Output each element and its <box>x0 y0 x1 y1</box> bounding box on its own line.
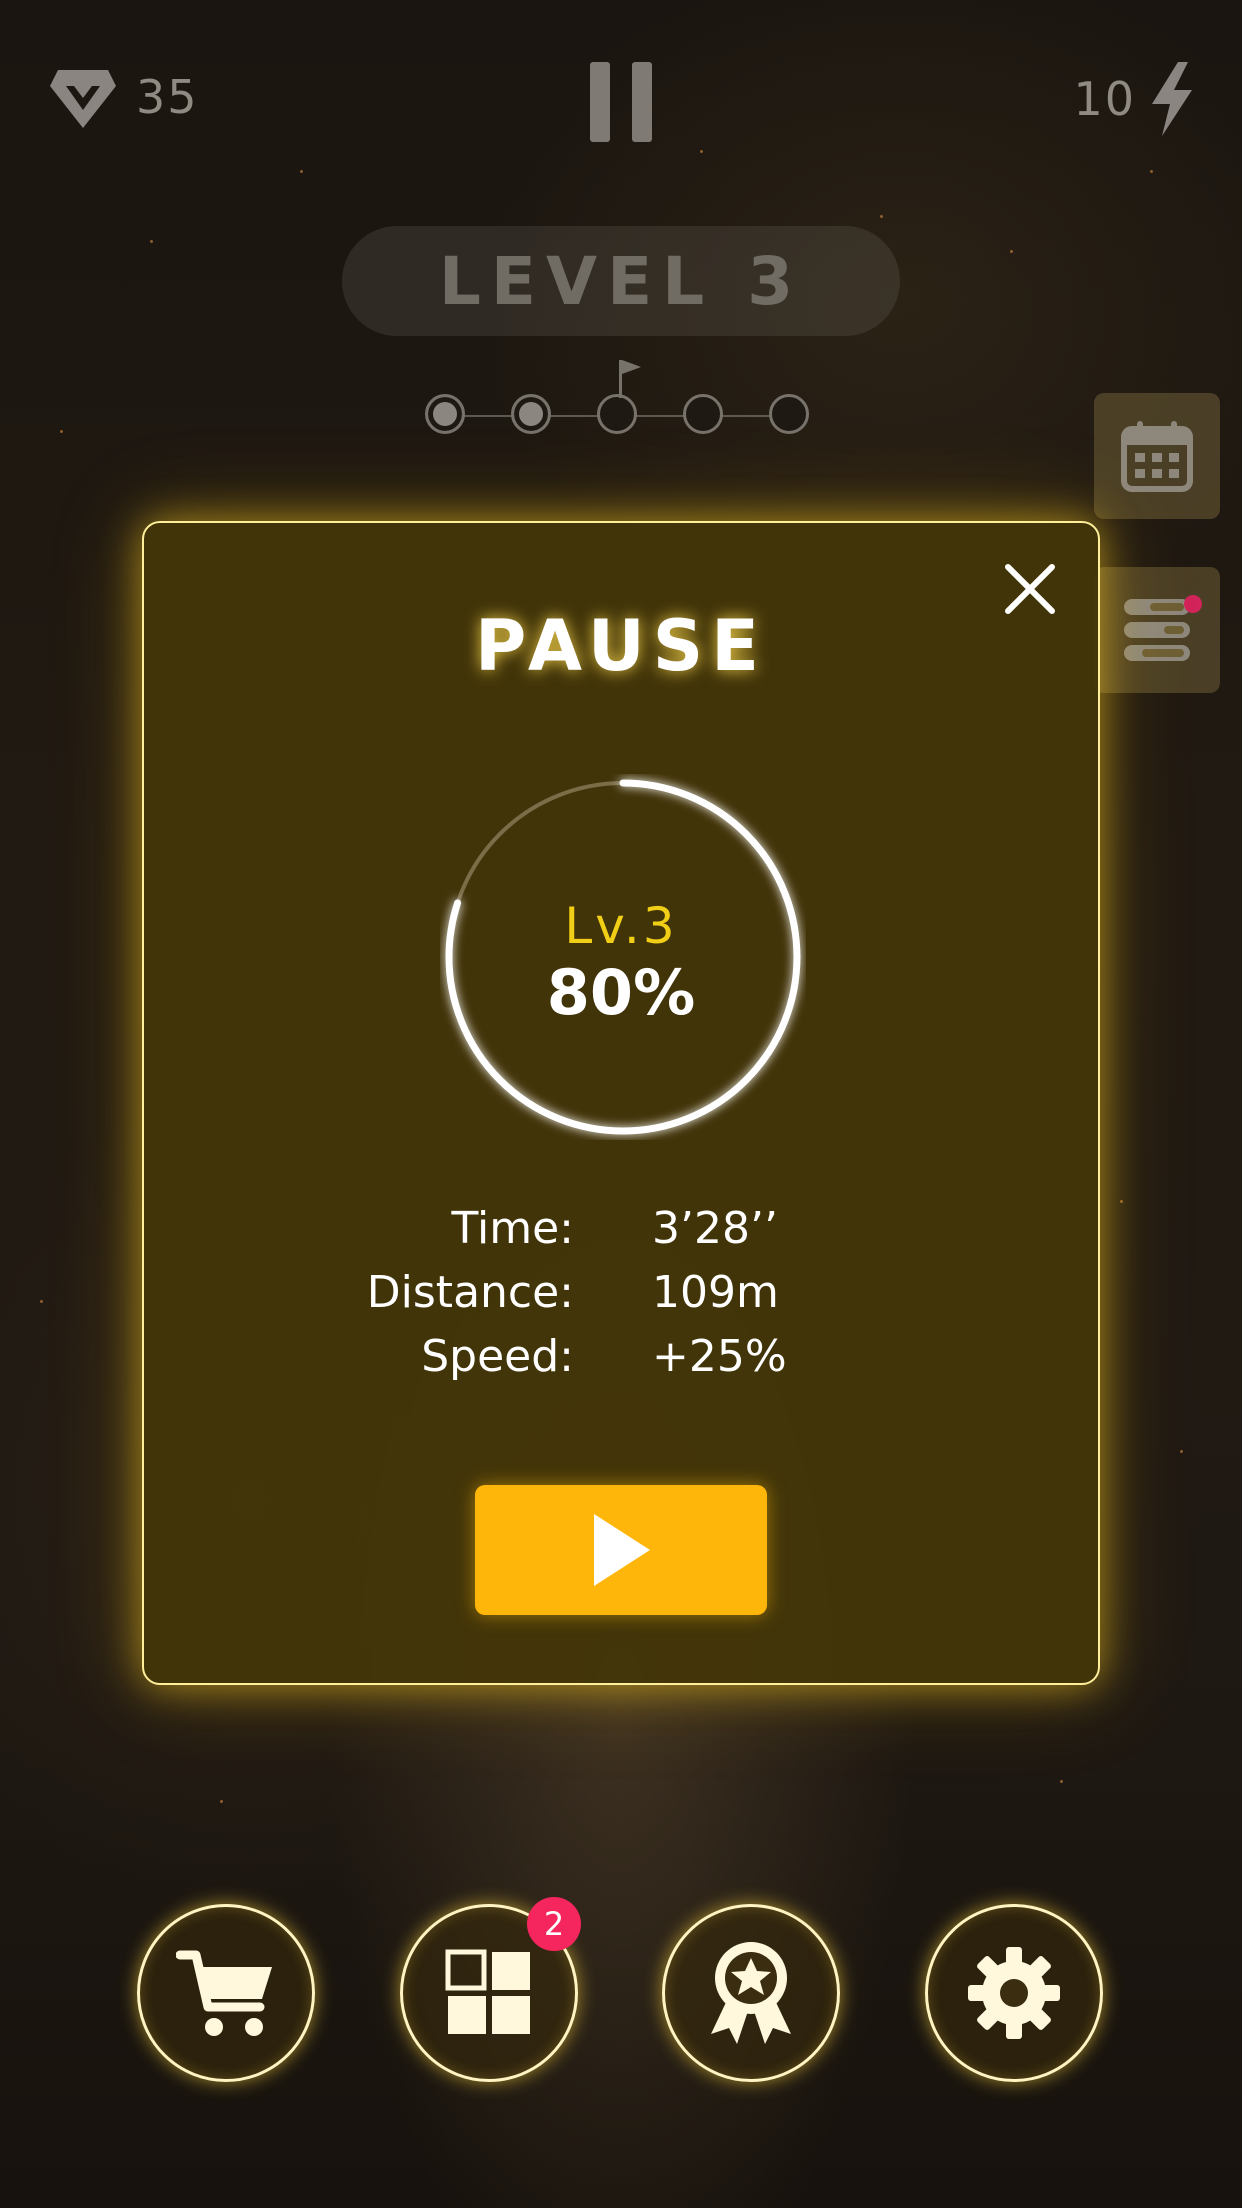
pause-button[interactable] <box>590 62 652 142</box>
pause-bar-right <box>632 62 652 142</box>
gem-count: 35 <box>136 70 199 124</box>
pause-bar-left <box>590 62 610 142</box>
resume-button[interactable] <box>475 1485 767 1615</box>
stat-value: 109m <box>652 1267 779 1318</box>
notification-dot <box>1184 595 1202 613</box>
flag-icon <box>619 360 641 398</box>
play-icon <box>594 1514 650 1586</box>
settings-button[interactable] <box>925 1904 1103 2082</box>
list-icon <box>1124 599 1190 661</box>
stage-dot-1 <box>425 394 465 434</box>
calendar-button[interactable] <box>1094 393 1220 519</box>
stage-progress <box>425 360 815 442</box>
energy-count: 10 <box>1073 72 1136 126</box>
progress-percent: 80% <box>546 956 696 1029</box>
stage-dot-3 <box>597 394 637 434</box>
stage-dot-5 <box>769 394 809 434</box>
calendar-icon <box>1121 421 1193 492</box>
achievements-button[interactable] <box>662 1904 840 2082</box>
stat-label: Distance: <box>366 1267 574 1318</box>
stat-value: 3’28’’ <box>652 1203 778 1254</box>
pause-dialog: PAUSE Lv.3 80% Time: 3’28’’ Distance: 10… <box>142 521 1100 1685</box>
level-label: Lv.3 <box>564 897 678 955</box>
stats-list: Time: 3’28’’ Distance: 109m Speed: +25% <box>144 1203 1102 1395</box>
stat-label: Time: <box>451 1203 574 1254</box>
collection-button[interactable]: 2 <box>400 1897 581 2082</box>
notification-badge: 2 <box>527 1897 581 1951</box>
ribbon-star-icon <box>711 1942 791 2044</box>
stage-dot-4 <box>683 394 723 434</box>
lightning-icon <box>1152 62 1192 136</box>
stat-label: Speed: <box>421 1331 574 1382</box>
stage-dot-2 <box>511 394 551 434</box>
energy-counter: 10 <box>1073 62 1196 136</box>
dialog-title: PAUSE <box>475 605 767 687</box>
stat-row-time: Time: 3’28’’ <box>144 1203 1102 1267</box>
tasks-button[interactable] <box>1094 567 1220 693</box>
stat-row-distance: Distance: 109m <box>144 1267 1102 1331</box>
shop-button[interactable] <box>137 1904 315 2082</box>
gear-icon <box>968 1947 1060 2039</box>
gem-counter: 35 <box>48 62 199 132</box>
stat-row-speed: Speed: +25% <box>144 1331 1102 1395</box>
grid-icon <box>445 1949 530 2034</box>
stat-value: +25% <box>652 1331 787 1382</box>
close-icon[interactable] <box>1004 563 1056 615</box>
level-title: LEVEL 3 <box>342 226 900 336</box>
cart-icon <box>176 1950 272 2036</box>
diamond-icon <box>50 70 116 128</box>
